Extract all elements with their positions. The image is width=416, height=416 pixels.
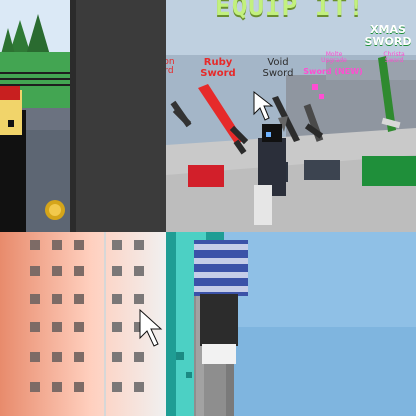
- window: [112, 382, 122, 392]
- panel-bottom-right: [166, 232, 416, 416]
- window: [134, 294, 144, 304]
- avatar-cap: [0, 86, 20, 100]
- shirt-stripe: [194, 258, 248, 264]
- sparkle: [319, 94, 324, 99]
- fence-rail: [0, 84, 80, 86]
- window: [112, 266, 122, 276]
- coin-inner: [49, 204, 61, 216]
- window: [74, 240, 84, 250]
- window: [112, 322, 122, 332]
- window: [74, 294, 84, 304]
- shirt-stripe: [194, 244, 248, 250]
- window: [134, 382, 144, 392]
- window: [52, 382, 62, 392]
- window: [134, 266, 144, 276]
- building-seam: [104, 232, 106, 416]
- panel-bottom-left: [0, 232, 166, 416]
- avatar-shoes: [202, 344, 236, 364]
- avatar-eye: [8, 120, 14, 127]
- panel-top-right: EQUIP IT! on rd Ruby Sword Void Sword Sw…: [166, 0, 416, 232]
- top-left-scene: [0, 0, 166, 232]
- window: [74, 322, 84, 332]
- avatar-eye: [266, 132, 271, 137]
- equip-banner: EQUIP IT!: [215, 0, 365, 22]
- window: [52, 266, 62, 276]
- window: [112, 352, 122, 362]
- sword-new-label: Sword (NEW): [303, 67, 363, 76]
- window: [112, 294, 122, 304]
- ruby-sword-label: Ruby Sword: [200, 57, 236, 79]
- window: [74, 266, 84, 276]
- pad-red: [188, 165, 224, 187]
- window: [30, 266, 40, 276]
- tiny-left-label: Molte Upgrade: [321, 51, 347, 65]
- teal-dot: [176, 352, 184, 360]
- dark-wall: [70, 0, 166, 232]
- window: [52, 240, 62, 250]
- wall-edge: [70, 0, 76, 232]
- window: [52, 294, 62, 304]
- left-partial-label: on rd: [166, 57, 175, 77]
- bottom-left-scene: [0, 232, 166, 416]
- avatar-head: [262, 124, 282, 142]
- window: [30, 294, 40, 304]
- window: [74, 352, 84, 362]
- fence-rail: [0, 78, 80, 80]
- panel-top-left: [0, 0, 166, 232]
- window: [30, 240, 40, 250]
- window: [30, 322, 40, 332]
- shirt-stripe: [194, 286, 248, 292]
- window: [134, 352, 144, 362]
- tiny-right-label: Christa Sword: [383, 51, 405, 65]
- avatar-legs: [200, 294, 238, 346]
- teal-dot: [186, 372, 192, 378]
- window: [30, 382, 40, 392]
- window: [112, 240, 122, 250]
- avatar-leg: [254, 185, 272, 225]
- window: [74, 382, 84, 392]
- window: [134, 240, 144, 250]
- shirt-stripe: [194, 272, 248, 278]
- pad-dark-2: [304, 160, 340, 180]
- window: [52, 322, 62, 332]
- window: [30, 352, 40, 362]
- pad-green: [362, 156, 416, 186]
- window: [52, 352, 62, 362]
- sparkle: [312, 84, 318, 90]
- void-sword-label: Void Sword: [262, 57, 294, 79]
- screenshot-grid: EQUIP IT! on rd Ruby Sword Void Sword Sw…: [0, 0, 416, 416]
- xmas-sword-label: XMAS SWORD: [364, 23, 412, 48]
- fence-rail: [0, 72, 80, 74]
- bottom-right-scene: [166, 232, 416, 416]
